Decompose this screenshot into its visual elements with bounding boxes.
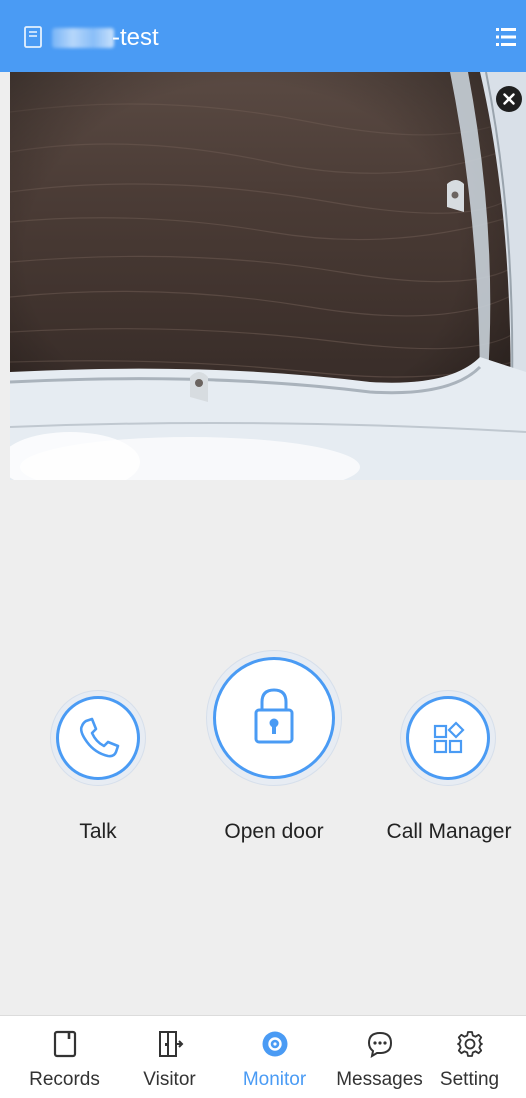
nav-visitor[interactable]: Visitor <box>117 1016 222 1098</box>
settings-gear-icon <box>456 1031 483 1057</box>
list-menu-icon[interactable] <box>494 25 518 49</box>
nav-records-label: Records <box>29 1069 100 1090</box>
close-icon <box>503 93 515 105</box>
nav-setting-label: Setting <box>439 1069 500 1090</box>
talk-button[interactable] <box>50 690 146 786</box>
records-icon <box>53 1030 76 1058</box>
call-manager-label: Call Manager <box>386 820 512 843</box>
nav-setting[interactable]: Setting <box>417 1016 522 1098</box>
nav-monitor[interactable]: Monitor <box>222 1016 327 1098</box>
talk-label: Talk <box>79 820 117 843</box>
device-panel-icon <box>24 26 42 48</box>
call-manager-button[interactable] <box>400 690 496 786</box>
apps-icon <box>433 721 465 754</box>
bottom-nav: Records Visitor Monitor Messages Setting <box>0 1015 526 1098</box>
messages-icon <box>367 1031 392 1058</box>
nav-monitor-label: Monitor <box>242 1069 307 1090</box>
video-feed[interactable] <box>10 72 526 480</box>
open-door-label: Open door <box>224 820 324 843</box>
device-title: -test <box>112 24 159 51</box>
visitor-door-icon <box>158 1031 183 1057</box>
nav-records[interactable]: Records <box>12 1016 117 1098</box>
app-header: -test <box>0 0 526 72</box>
phone-icon <box>79 717 120 758</box>
device-name-redacted <box>52 28 114 48</box>
nav-visitor-label: Visitor <box>143 1069 196 1090</box>
lock-icon <box>254 688 294 744</box>
camera-image <box>10 72 526 480</box>
action-panel: Talk Open door Call Manager <box>0 480 526 1015</box>
close-video-button[interactable] <box>496 86 522 112</box>
monitor-icon <box>262 1031 287 1057</box>
open-door-button[interactable] <box>206 650 342 786</box>
